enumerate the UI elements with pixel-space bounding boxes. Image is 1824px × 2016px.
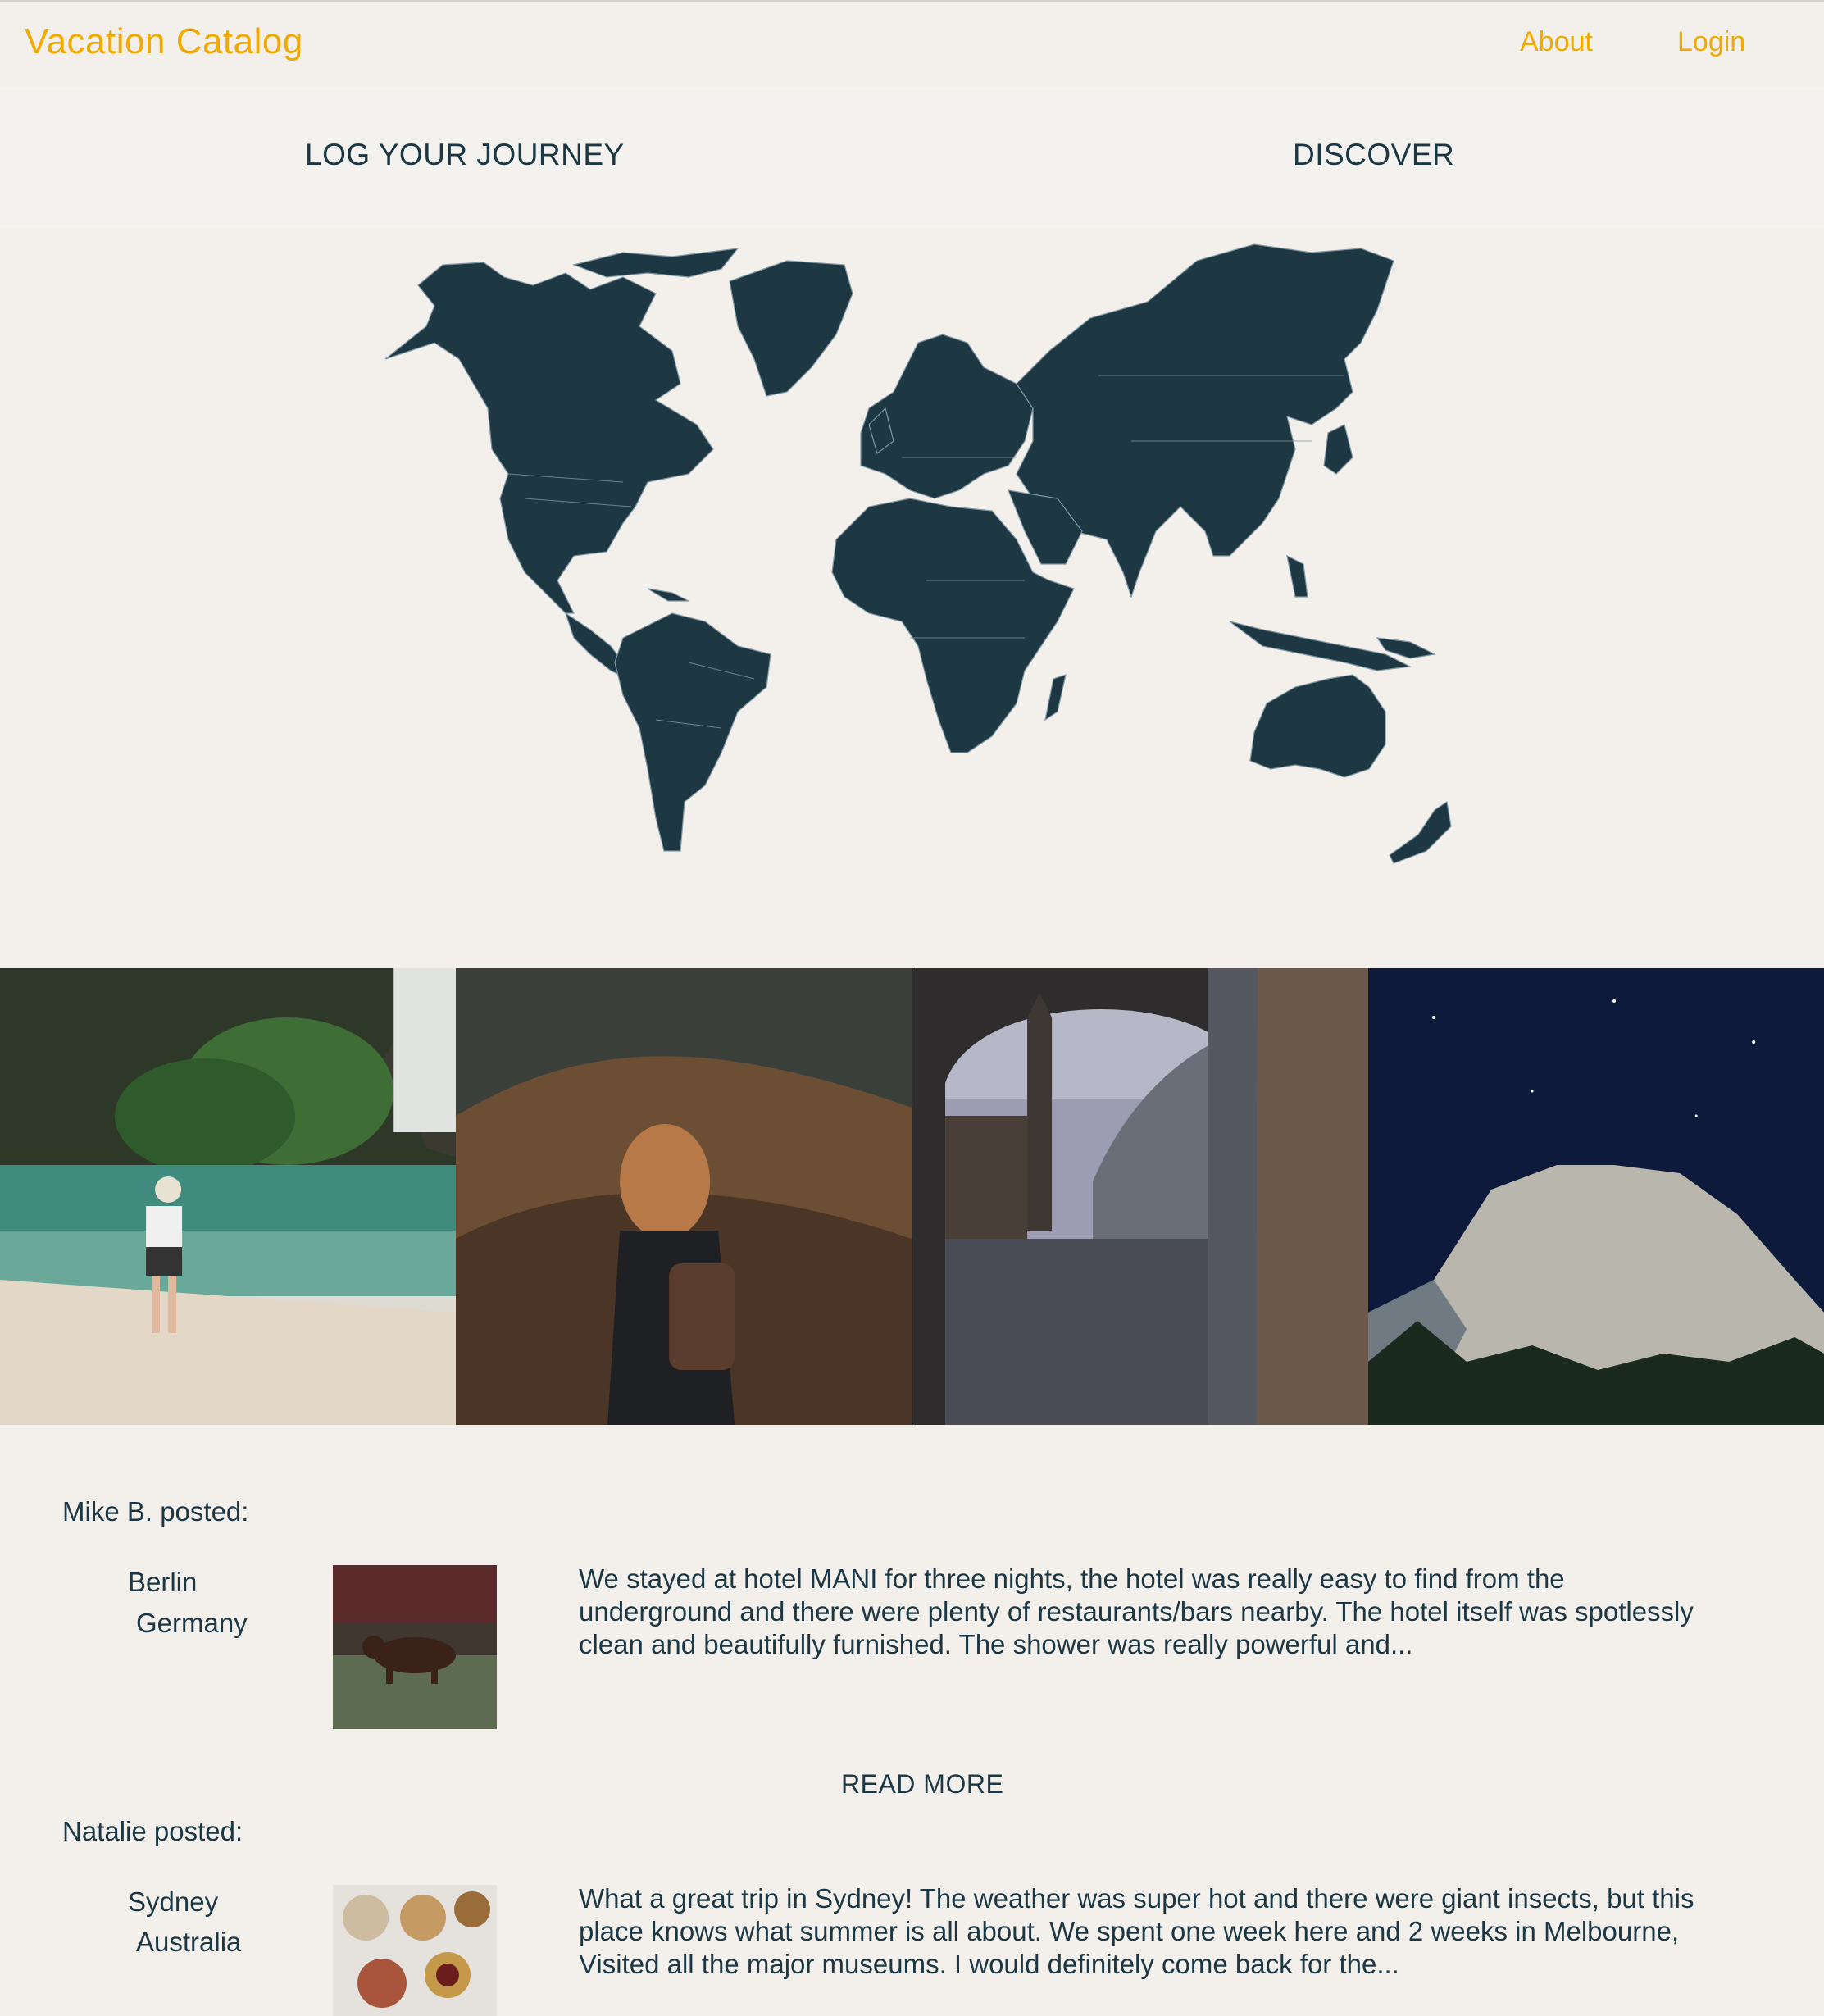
post-city: Sydney [128,1886,219,1917]
mountain-photo[interactable] [1367,968,1824,1425]
japan-region [1323,424,1353,475]
log-your-journey-link[interactable]: LOG YOUR JOURNEY [305,138,625,172]
australia-region [1249,674,1386,778]
new-zealand-region [1389,800,1452,864]
photo-gallery [0,968,1824,1425]
world-map-section [0,228,1824,887]
caribbean-region [647,588,689,602]
post-city: Berlin [128,1567,198,1597]
hiker-photo[interactable] [456,968,912,1425]
philippines-region [1286,554,1308,598]
madagascar-region [1044,674,1067,721]
nav-login-link[interactable]: Login [1677,26,1745,58]
post-country: Australia [136,1927,242,1957]
south-america-region [614,612,771,852]
beach-photo[interactable] [0,968,457,1425]
top-header: Vacation Catalog About Login [0,0,1824,87]
north-america-region [384,262,714,614]
brand-logo[interactable]: Vacation Catalog [25,21,303,62]
nav-about-link[interactable]: About [1520,26,1593,58]
post-author[interactable]: Mike B. posted: [62,1496,248,1527]
post-thumbnail[interactable] [333,1565,497,1729]
discover-link[interactable]: DISCOVER [1293,138,1454,172]
arctic-islands-region [571,248,739,278]
post-author[interactable]: Natalie posted: [62,1816,243,1847]
post-country: Germany [136,1608,248,1638]
post-excerpt: We stayed at hotel MANI for three nights… [579,1563,1694,1659]
big-ben-photo[interactable] [912,968,1368,1425]
post-excerpt: What a great trip in Sydney! The weather… [579,1883,1694,1979]
secondary-nav: LOG YOUR JOURNEY DISCOVER [0,87,1824,228]
post-thumbnail[interactable] [333,1885,497,2016]
greenland-region [729,260,853,397]
world-map[interactable] [0,228,1824,887]
read-more-link[interactable]: READ MORE [841,1769,1003,1800]
page: Vacation Catalog About Login LOG YOUR JO… [0,0,1824,2016]
